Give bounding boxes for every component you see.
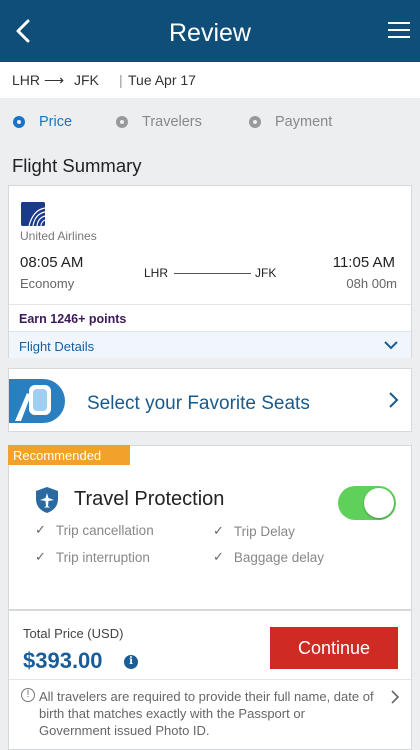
arrival-time: 11:05 AM [332, 254, 395, 271]
benefit-item: ✓ Trip Delay [213, 523, 295, 539]
step-payment[interactable]: Payment [249, 114, 332, 130]
section-title: Flight Summary [12, 155, 142, 176]
chevron-down-icon [384, 341, 398, 350]
points-row: Earn 1246+ points [9, 304, 411, 331]
flight-path-line [174, 273, 251, 274]
benefit-label: Trip interruption [55, 549, 150, 565]
check-icon: ✓ [35, 549, 46, 564]
toggle-knob [364, 488, 394, 518]
total-price: $393.00 [23, 648, 103, 673]
step-indicator-icon [13, 116, 25, 128]
booking-steps: Price Travelers Payment [0, 98, 420, 148]
checkout-panel: Total Price (USD) $393.00 i Continue ! A… [8, 610, 412, 750]
route-destination: JFK [74, 72, 99, 88]
app-header: Review [0, 0, 420, 62]
check-icon: ✓ [213, 549, 224, 564]
protection-title: Travel Protection [74, 488, 225, 510]
recommended-badge: Recommended [8, 445, 130, 465]
step-indicator-icon [249, 116, 261, 128]
departure-time: 08:05 AM [20, 254, 84, 271]
chevron-right-icon [391, 690, 399, 704]
step-indicator-icon [116, 116, 128, 128]
page-title: Review [169, 19, 251, 47]
warning-icon: ! [21, 688, 35, 702]
benefit-label: Trip Delay [233, 523, 295, 539]
travel-protection-card: Travel Protection ✓ Trip cancellation ✓ … [8, 445, 412, 610]
route-bar: LHR ⟶ JFK | Tue Apr 17 [0, 62, 420, 98]
shield-plane-icon [36, 487, 58, 513]
continue-button[interactable]: Continue [270, 627, 398, 669]
select-seats-label: Select your Favorite Seats [87, 393, 310, 414]
step-price[interactable]: Price [13, 114, 72, 130]
benefit-item: ✓ Trip interruption [35, 549, 150, 565]
route-origin: LHR [12, 72, 41, 88]
total-price-label: Total Price (USD) [23, 626, 124, 641]
flight-details-toggle[interactable]: Flight Details [9, 331, 411, 358]
step-label: Price [39, 114, 73, 130]
airline-name: United Airlines [20, 229, 97, 243]
flight-duration: 08h 00m [346, 276, 397, 291]
benefit-item: ✓ Trip cancellation [35, 522, 154, 538]
info-icon[interactable]: i [124, 655, 138, 669]
notice-text: All travelers are required to provide th… [39, 689, 374, 738]
flight-details-label: Flight Details [19, 339, 95, 354]
seat-icon [9, 379, 65, 423]
cabin-class: Economy [20, 276, 75, 291]
step-label: Payment [275, 114, 333, 130]
select-seats-button[interactable]: Select your Favorite Seats [8, 368, 412, 432]
step-label: Travelers [142, 114, 202, 130]
route-date: Tue Apr 17 [128, 72, 196, 88]
step-travelers[interactable]: Travelers [116, 114, 202, 130]
flight-origin: LHR [144, 266, 169, 280]
route-arrow-icon: ⟶ [44, 72, 65, 88]
benefit-label: Trip cancellation [55, 522, 154, 538]
hamburger-menu-icon[interactable] [388, 22, 410, 40]
earn-points: Earn 1246+ points [19, 312, 127, 326]
route-separator: | [119, 72, 123, 88]
flight-destination: JFK [255, 266, 277, 280]
airline-logo-icon [21, 202, 45, 226]
benefit-label: Baggage delay [233, 549, 324, 565]
chevron-right-icon [389, 392, 399, 408]
protection-toggle[interactable] [338, 486, 396, 520]
flight-summary-card: United Airlines 08:05 AM Economy LHR JFK… [8, 185, 412, 358]
check-icon: ✓ [213, 523, 224, 538]
benefit-item: ✓ Baggage delay [213, 549, 324, 565]
traveler-notice[interactable]: ! All travelers are required to provide … [9, 679, 411, 750]
check-icon: ✓ [35, 522, 46, 537]
